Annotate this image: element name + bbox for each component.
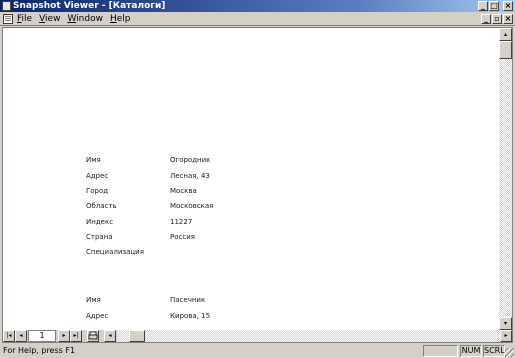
mdi-restore-button[interactable]: ▫ (492, 14, 502, 24)
field-label: Страна (86, 233, 113, 241)
maximize-button[interactable]: □ (489, 1, 499, 11)
resize-grip-icon[interactable] (505, 348, 514, 357)
scroll-right-button[interactable]: ▸ (500, 330, 512, 342)
field-label: Имя (86, 156, 101, 164)
field-name: Имя Огородник (86, 156, 210, 164)
horizontal-scrollbar[interactable] (117, 330, 500, 342)
mdi-minimize-button[interactable]: _ (481, 14, 491, 24)
field-value: Кирова, 15 (170, 312, 211, 320)
field-label: Адрес (86, 172, 109, 180)
scroll-left-button[interactable]: ◂ (104, 330, 116, 342)
field-label: Город (86, 187, 109, 195)
num-lock-indicator: NUM (460, 345, 482, 357)
scroll-up-button[interactable]: ▴ (499, 28, 512, 41)
mdi-close-button[interactable]: × (503, 14, 513, 24)
field-address: Адрес Лесная, 43 (86, 172, 210, 180)
field-label: Специализация (86, 248, 144, 256)
field-value: Пасечник (170, 296, 206, 304)
minimize-button[interactable]: _ (478, 1, 488, 11)
report-page[interactable]: Имя Огородник Адрес Лесная, 43 Город Мос… (3, 28, 500, 330)
vertical-scroll-thumb[interactable] (499, 41, 512, 59)
previous-page-button[interactable]: ◂ (15, 330, 27, 342)
page-number-field[interactable]: 1 (28, 330, 56, 342)
field-value: Россия (170, 233, 195, 241)
print-icon[interactable] (87, 330, 99, 342)
field-country: Страна Россия (86, 233, 195, 241)
horizontal-scroll-thumb[interactable] (129, 330, 145, 342)
field-label: Область (86, 202, 117, 210)
menu-bar: File View Window Help _ ▫ × (0, 12, 515, 26)
field-value: Московская (170, 202, 214, 210)
vertical-scrollbar[interactable]: ▴ ▾ (499, 28, 512, 330)
close-button[interactable]: × (503, 1, 513, 11)
title-bar: Snapshot Viewer - [Каталоги] _ □ × (0, 0, 515, 12)
field-postcode: Индекс 11227 (86, 218, 192, 226)
document-icon[interactable] (3, 14, 13, 24)
field-value: 11227 (170, 218, 193, 226)
scroll-lock-indicator: SCRL (483, 345, 505, 357)
status-bar: For Help, press F1 NUM SCRL (0, 344, 515, 358)
field-city: Город Москва (86, 187, 197, 195)
page-navigation-bar: |◂ ◂ 1 ▸ ▸| ◂ ▸ (3, 330, 512, 342)
field-value: Огородник (170, 156, 211, 164)
field-value: Лесная, 43 (170, 172, 210, 180)
next-page-button[interactable]: ▸ (58, 330, 70, 342)
scroll-down-button[interactable]: ▾ (499, 317, 512, 330)
document-frame: Имя Огородник Адрес Лесная, 43 Город Мос… (2, 27, 513, 343)
snapshot-viewer-icon[interactable] (2, 1, 11, 11)
menu-file[interactable]: File (17, 13, 32, 25)
field-address: Адрес Кирова, 15 (86, 312, 210, 320)
field-specialization: Специализация (86, 248, 170, 256)
field-value: Москва (170, 187, 197, 195)
field-name: Имя Пасечник (86, 296, 205, 304)
menu-window[interactable]: Window (67, 13, 103, 25)
last-page-button[interactable]: ▸| (70, 330, 82, 342)
field-label: Адрес (86, 312, 109, 320)
window-title: Snapshot Viewer - [Каталоги] (13, 1, 166, 11)
first-page-button[interactable]: |◂ (3, 330, 15, 342)
menu-help[interactable]: Help (110, 13, 131, 25)
status-text: For Help, press F1 (3, 346, 76, 355)
field-label: Имя (86, 296, 101, 304)
field-region: Область Московская (86, 202, 213, 210)
menu-view[interactable]: View (39, 13, 60, 25)
status-indicator (423, 345, 458, 357)
field-label: Индекс (86, 218, 114, 226)
